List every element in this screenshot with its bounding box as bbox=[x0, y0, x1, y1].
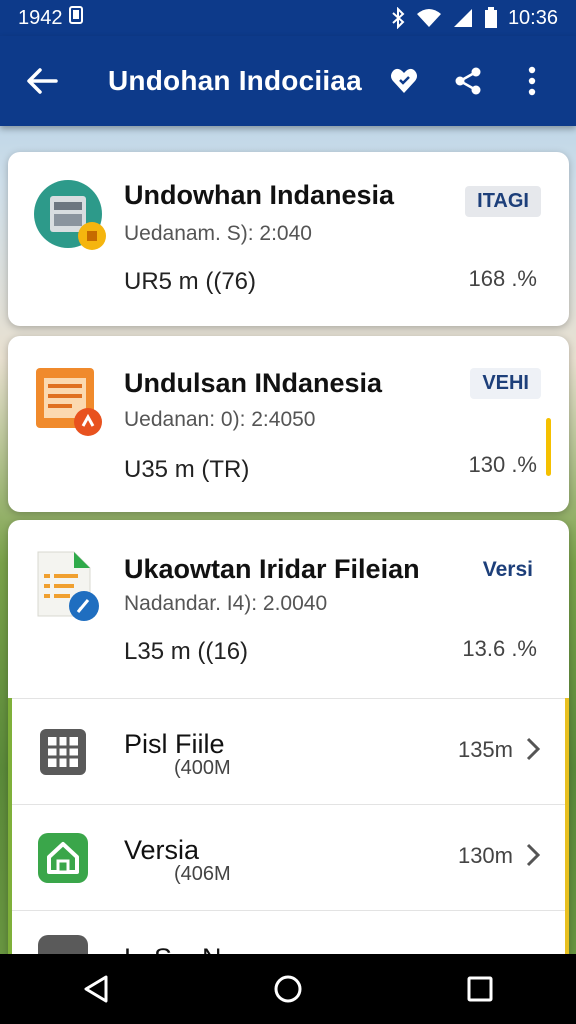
circle-home-icon bbox=[274, 975, 302, 1003]
server-icon bbox=[34, 180, 108, 254]
status-right: 10:36 bbox=[390, 7, 558, 30]
card-title: Ukaowtan Iridar Fileian bbox=[124, 554, 420, 584]
accent-strip bbox=[565, 698, 569, 960]
signal-icon bbox=[452, 7, 474, 29]
status-time-right: 10:36 bbox=[507, 6, 558, 29]
list-item[interactable]: L..S... N... bbox=[8, 910, 569, 960]
favorite-button[interactable] bbox=[380, 57, 428, 105]
more-vert-icon bbox=[528, 66, 536, 96]
download-card[interactable]: Undowhan Indanesia Uedanam. S): 2:040 UR… bbox=[8, 152, 569, 326]
home-nav-button[interactable] bbox=[248, 959, 328, 1019]
spreadsheet-icon bbox=[34, 550, 108, 624]
home-icon bbox=[38, 833, 88, 883]
bluetooth-icon bbox=[390, 7, 406, 29]
card-title: Undulsan INdanesia bbox=[124, 368, 383, 398]
wifi-icon bbox=[416, 8, 442, 28]
share-button[interactable] bbox=[444, 57, 492, 105]
list-item-value: 135m bbox=[457, 737, 513, 762]
recents-nav-button[interactable] bbox=[440, 959, 520, 1019]
file-list: Ukaowtan Iridar Fileian Nadandar. I4): 2… bbox=[8, 520, 569, 960]
list-item-subtitle: (400M bbox=[174, 757, 231, 779]
grid-file-icon bbox=[38, 727, 88, 777]
progress-indicator bbox=[546, 418, 551, 476]
status-bar: 1942 10:36 bbox=[0, 0, 576, 36]
status-time-left: 1942 bbox=[18, 6, 63, 29]
list-item-title: Versia bbox=[124, 835, 200, 865]
status-badge: VEHI bbox=[470, 368, 541, 399]
square-recents-icon bbox=[467, 976, 493, 1002]
list-item[interactable]: Pisl Fiile (400M 135m bbox=[8, 698, 569, 804]
card-size: UR5 m ((76) bbox=[124, 268, 257, 295]
more-options-button[interactable] bbox=[508, 57, 556, 105]
arrow-left-icon bbox=[27, 68, 58, 94]
card-percent: 130 .% bbox=[468, 452, 538, 477]
chevron-right-icon bbox=[526, 737, 541, 761]
share-icon bbox=[455, 67, 481, 95]
card-size: L35 m ((16) bbox=[124, 638, 249, 665]
back-button[interactable] bbox=[20, 59, 64, 103]
card-subtitle: Nadandar. I4): 2.0040 bbox=[124, 592, 328, 615]
status-badge: Versi bbox=[482, 558, 533, 581]
download-card[interactable]: Undulsan INdanesia Uedanan: 0): 2:4050 U… bbox=[8, 336, 569, 512]
card-title: Undowhan Indanesia bbox=[124, 180, 395, 210]
list-item-title: Pisl Fiile bbox=[124, 729, 225, 759]
status-badge: ITAGI bbox=[465, 186, 541, 217]
list-item-value: 130m bbox=[457, 843, 513, 868]
download-card[interactable]: Ukaowtan Iridar Fileian Nadandar. I4): 2… bbox=[8, 520, 569, 698]
card-percent: 168 .% bbox=[468, 266, 538, 291]
status-left: 1942 bbox=[18, 6, 83, 30]
triangle-back-icon bbox=[84, 975, 108, 1003]
card-size: U35 m (TR) bbox=[124, 456, 250, 483]
list-item[interactable]: Versia (406M 130m bbox=[8, 804, 569, 910]
accent-strip bbox=[8, 698, 12, 960]
chevron-right-icon bbox=[526, 843, 541, 867]
heart-icon bbox=[391, 68, 417, 93]
card-subtitle: Uedanam. S): 2:040 bbox=[124, 222, 312, 245]
list-item-subtitle: (406M bbox=[174, 863, 231, 885]
card-percent: 13.6 .% bbox=[462, 636, 537, 661]
battery-icon bbox=[484, 7, 498, 29]
system-nav-bar bbox=[0, 954, 576, 1024]
back-nav-button[interactable] bbox=[56, 959, 136, 1019]
card-subtitle: Uedanan: 0): 2:4050 bbox=[124, 408, 316, 431]
page-title: Undohan Indociiaa bbox=[108, 65, 362, 96]
sim-icon bbox=[68, 6, 83, 30]
app-bar: Undohan Indociiaa bbox=[0, 36, 576, 126]
document-icon bbox=[34, 364, 108, 438]
